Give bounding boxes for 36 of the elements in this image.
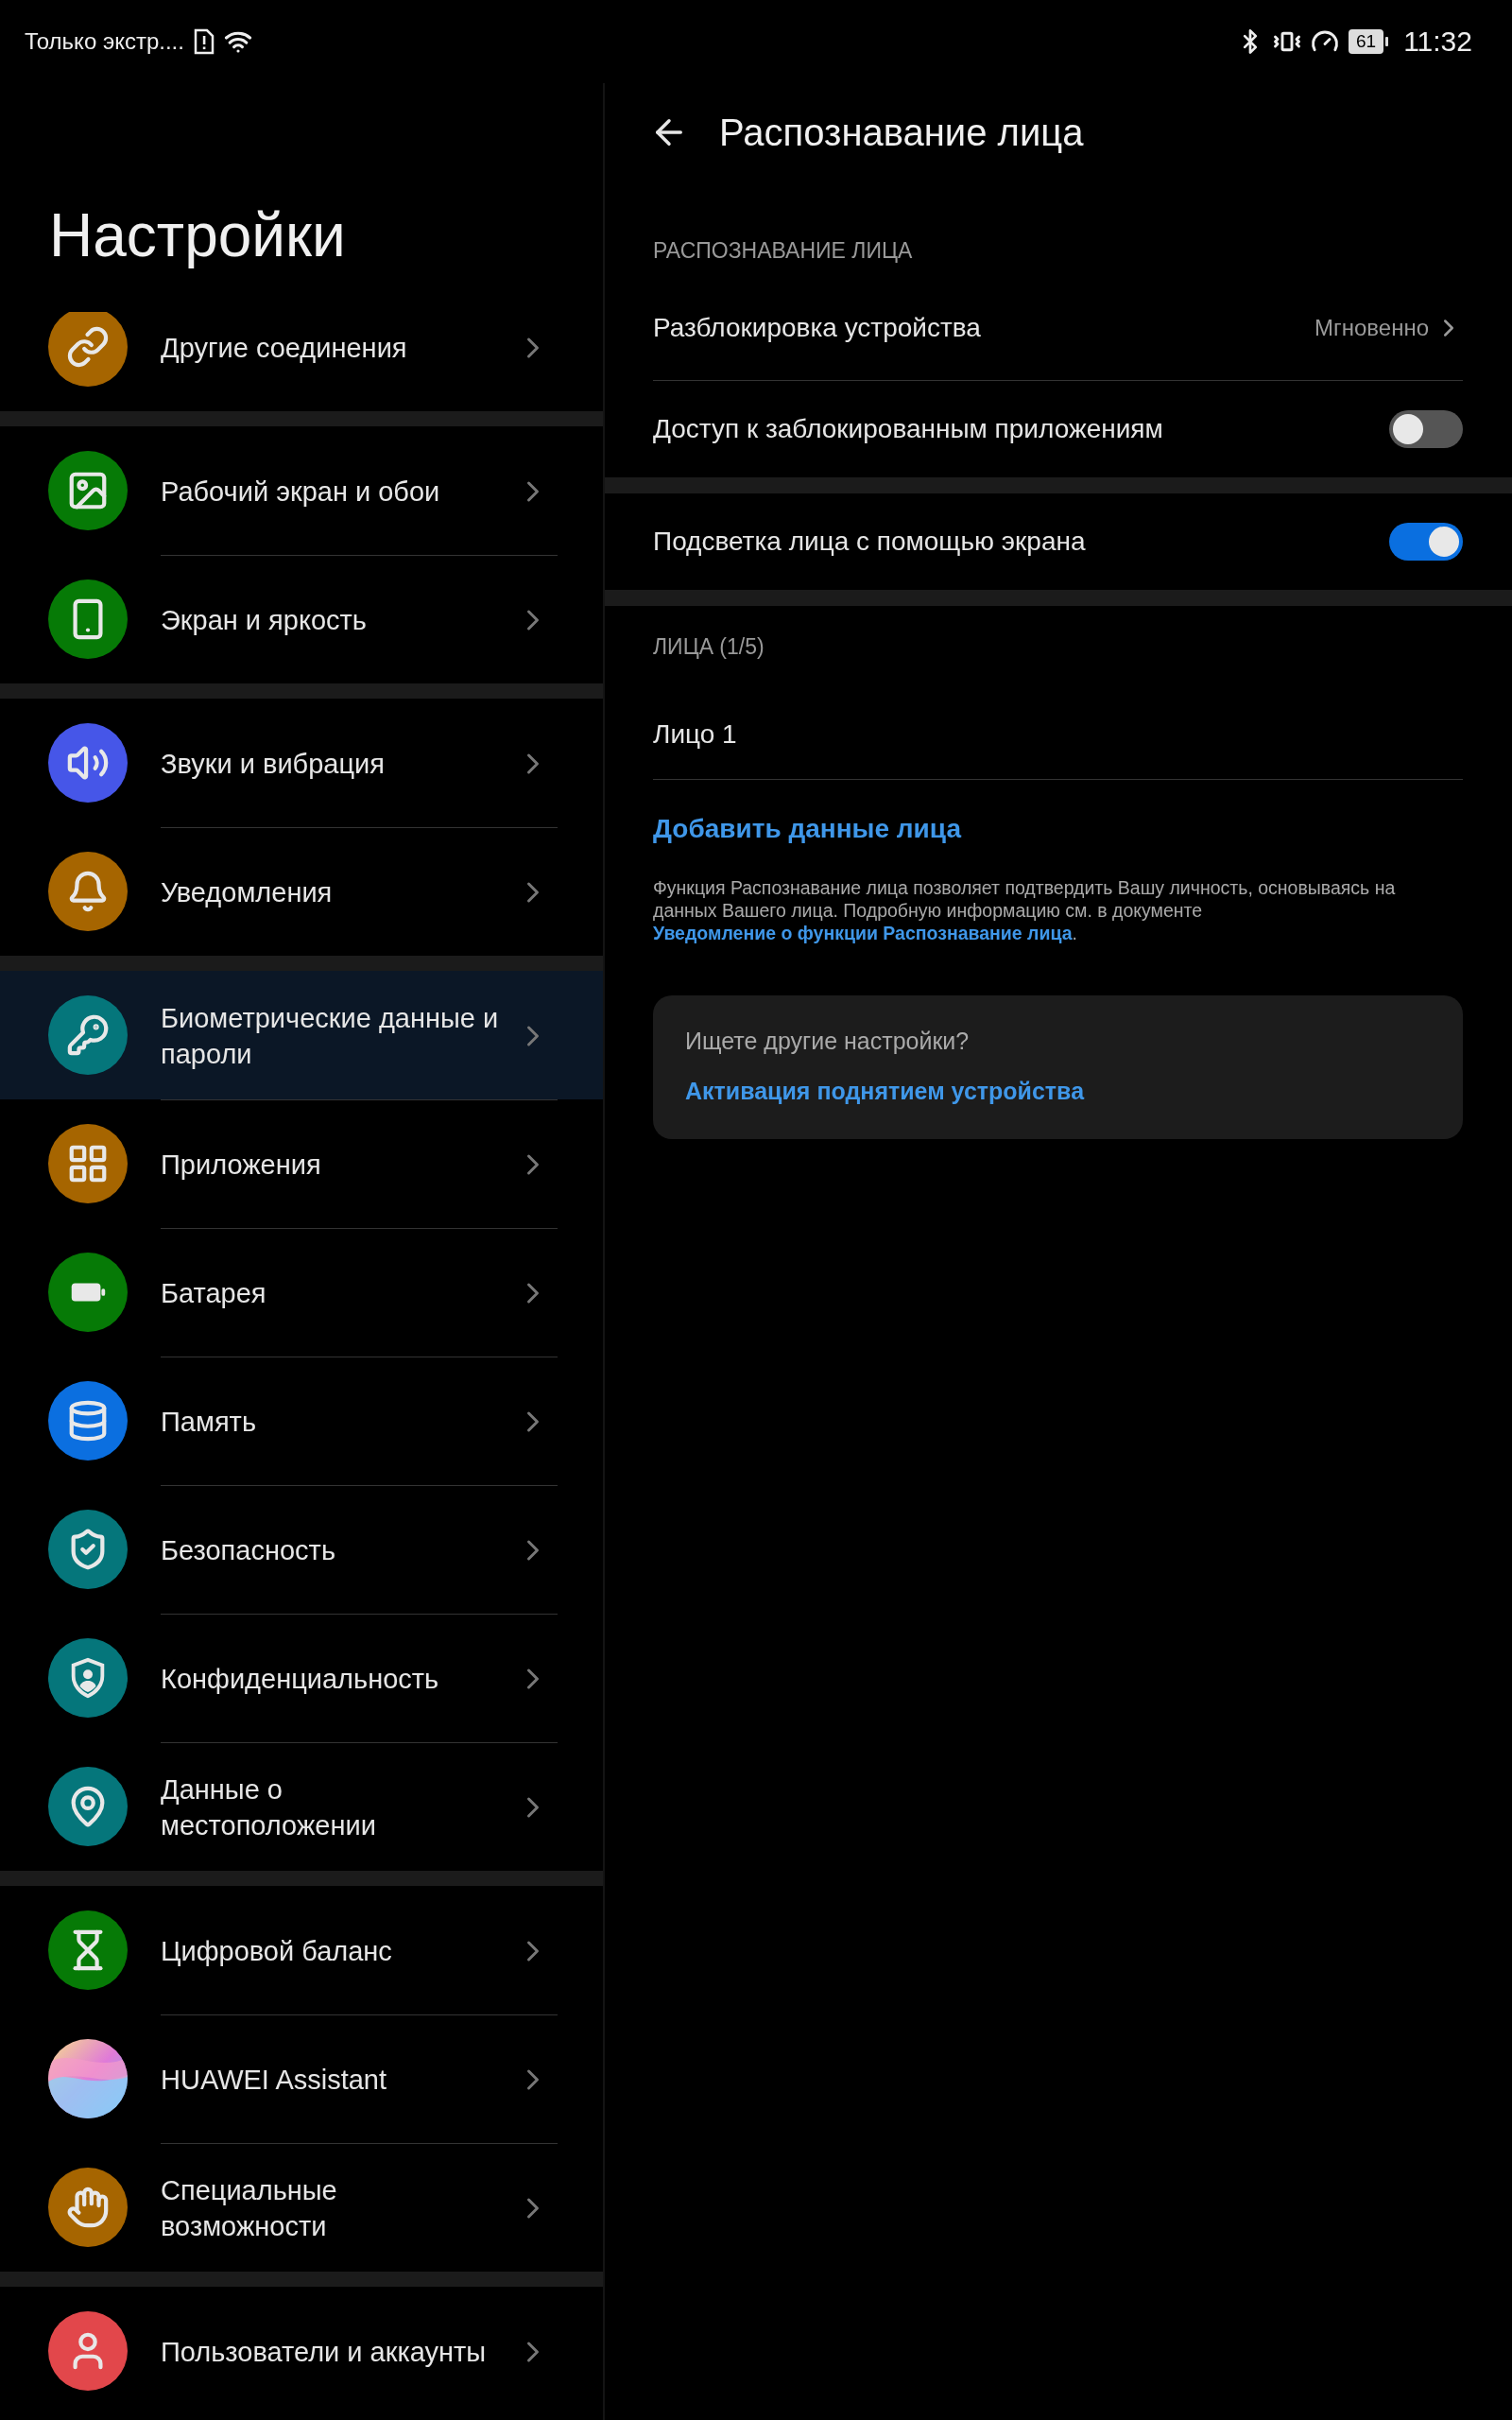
settings-item[interactable]: HUAWEI Assistant bbox=[0, 2014, 603, 2143]
clock: 11:32 bbox=[1403, 26, 1472, 58]
add-face-link[interactable]: Добавить данные лица bbox=[653, 814, 961, 844]
screen-title: Распознавание лица bbox=[719, 111, 1084, 154]
suggestion-link[interactable]: Активация поднятием устройства bbox=[685, 1078, 1085, 1105]
page-title: Настройки bbox=[48, 200, 346, 271]
settings-item[interactable]: Пользователи и аккаунты bbox=[0, 2287, 603, 2415]
settings-item[interactable]: Приложения bbox=[0, 1099, 603, 1228]
settings-item[interactable]: Уведомления bbox=[0, 827, 603, 956]
card-question: Ищете другие настройки? bbox=[685, 1028, 970, 1055]
settings-item[interactable]: Биометрические данные и пароли bbox=[0, 971, 603, 1099]
settings-item[interactable]: Батарея bbox=[0, 1228, 603, 1357]
settings-item[interactable]: Память bbox=[0, 1357, 603, 1485]
battery-indicator: 61 bbox=[1349, 29, 1389, 54]
section-header: ЛИЦА (1/5) bbox=[653, 633, 765, 661]
settings-item[interactable]: Экран и яркость bbox=[0, 555, 603, 683]
settings-item[interactable]: Другие соединения bbox=[0, 312, 603, 411]
notice-link[interactable]: Уведомление о функции Распознавание лица bbox=[653, 923, 1073, 943]
settings-item[interactable]: Рабочий экран и обои bbox=[0, 426, 603, 555]
settings-item[interactable]: Цифровой баланс bbox=[0, 1886, 603, 2014]
setting-label: Доступ к заблокированным приложениям bbox=[653, 414, 1163, 444]
section-header: РАСПОЗНАВАНИЕ ЛИЦА bbox=[653, 237, 914, 265]
settings-item[interactable]: Звуки и вибрация bbox=[0, 699, 603, 827]
toggle-switch[interactable] bbox=[1389, 523, 1463, 561]
settings-item[interactable]: Специальные возможности bbox=[0, 2143, 603, 2272]
info-note: Функция Распознавание лица позволяет подтвердить Вашу личность, основываясь на данных Вашего лица. Подробную информацию см. в документе Уведомление о функции Распознавание лица. bbox=[653, 876, 1397, 944]
sim-alert-icon bbox=[193, 28, 215, 55]
toggle-switch[interactable] bbox=[1389, 410, 1463, 448]
settings-item[interactable]: Данные о местоположении bbox=[0, 1742, 603, 1871]
setting-label: Подсветка лица с помощью экрана bbox=[653, 527, 1086, 557]
setting-label: Лицо 1 bbox=[653, 718, 737, 750]
settings-item[interactable]: Безопасность bbox=[0, 1485, 603, 1614]
setting-label: Разблокировка устройства bbox=[653, 313, 981, 343]
carrier-text: Только экстр.... bbox=[25, 28, 184, 55]
unlock-mode-value[interactable]: Мгновенно bbox=[1314, 314, 1463, 342]
settings-item[interactable]: Конфиденциальность bbox=[0, 1614, 603, 1742]
